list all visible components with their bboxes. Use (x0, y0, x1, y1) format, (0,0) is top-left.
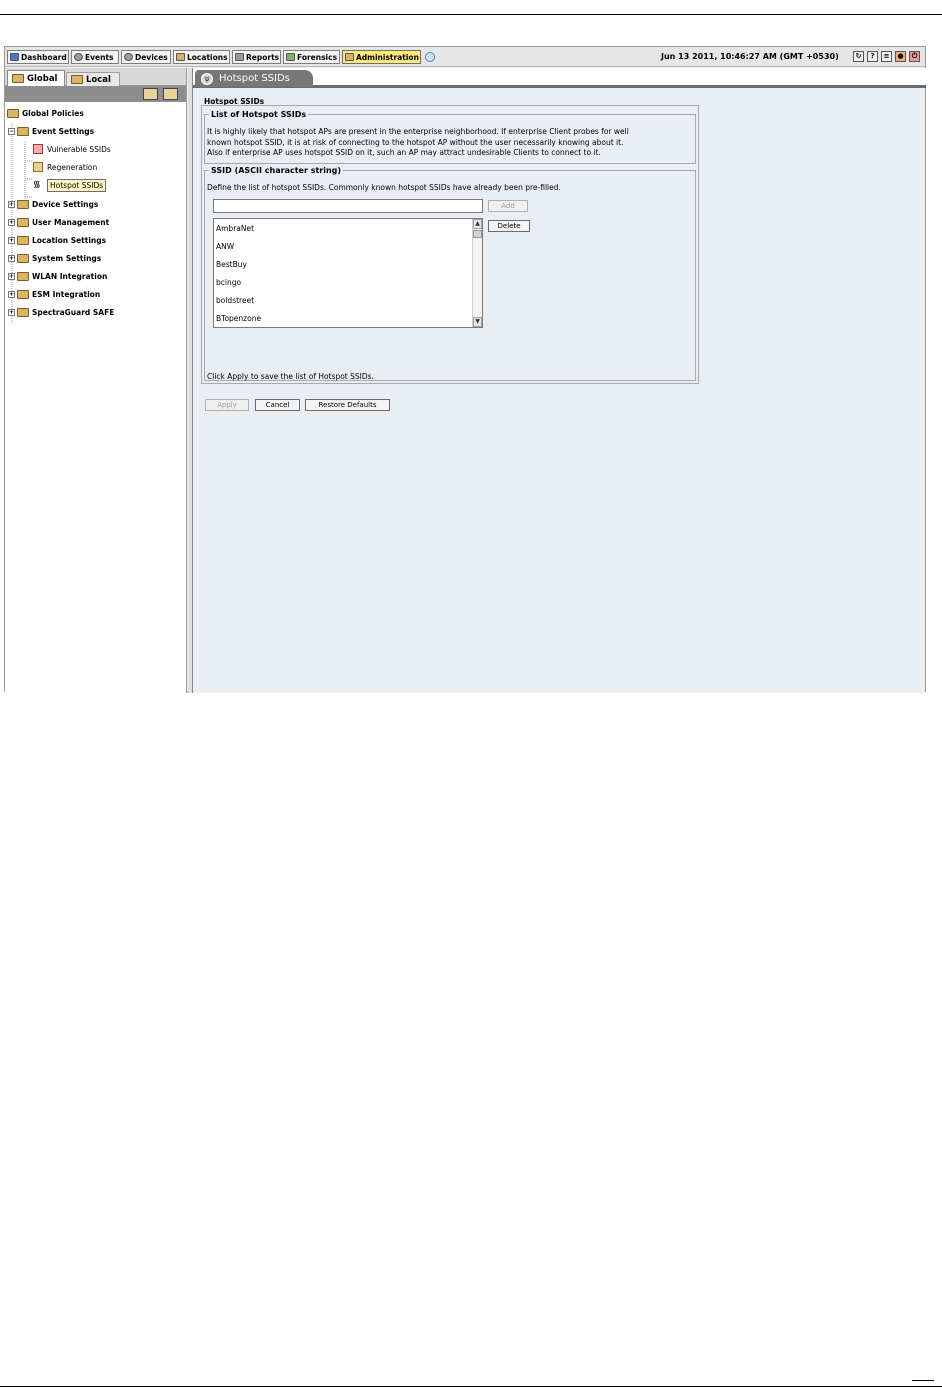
tab-local[interactable]: Local (66, 72, 120, 86)
tab-hotspot-ssids[interactable]: ψ Hotspot SSIDs (195, 70, 313, 87)
antenna-icon: ᯾ (33, 180, 41, 190)
tab-administration[interactable]: Administration (342, 50, 421, 64)
expand-icon[interactable]: + (8, 236, 15, 244)
network-icon[interactable] (425, 52, 435, 62)
folder-icon (17, 126, 29, 136)
list-item[interactable]: BestBuy (216, 260, 247, 269)
reports-icon (235, 53, 244, 61)
folder-icon (71, 75, 83, 84)
help-icon[interactable]: ? (867, 51, 878, 62)
add-button[interactable]: Add (488, 200, 528, 212)
page-top-rule (0, 14, 942, 15)
collapse-all-icon[interactable] (163, 88, 178, 100)
cancel-button[interactable]: Cancel (255, 399, 300, 411)
folder-icon (17, 217, 29, 227)
tree-toolbar (5, 86, 186, 102)
tree-node-wlan-integration[interactable]: + WLAN Integration (8, 269, 107, 283)
folder-icon (17, 235, 29, 245)
folder-icon (7, 108, 19, 118)
main-toolbar: Dashboard Events Devices Locations Repor… (5, 47, 925, 67)
tree-node-event-settings[interactable]: − Event Settings (8, 124, 94, 138)
scroll-down-icon[interactable]: ▼ (473, 317, 482, 327)
expand-icon[interactable]: + (8, 272, 15, 280)
left-navigation-panel: Global Local Global Policies −Event Set (5, 68, 187, 693)
delete-button[interactable]: Delete (488, 220, 530, 232)
expand-icon[interactable]: + (8, 218, 15, 226)
ssid-footer-note: Click Apply to save the list of Hotspot … (207, 372, 374, 381)
tab-global[interactable]: Global (7, 70, 65, 86)
ssid-input[interactable] (213, 199, 483, 213)
content-tabbar: ψ Hotspot SSIDs (193, 68, 926, 88)
folder-icon (17, 253, 29, 263)
locations-icon (176, 53, 185, 61)
ssid-group: SSID (ASCII character string) Define the… (204, 166, 696, 381)
scope-tabs: Global Local (5, 68, 186, 86)
list-item[interactable]: AmbraNet (216, 224, 254, 233)
list-of-hotspot-ssids-group: List of Hotspot SSIDs It is highly likel… (204, 110, 696, 164)
tab-reports[interactable]: Reports (232, 50, 281, 64)
tree-leaf-hotspot-ssids[interactable]: ᯾ Hotspot SSIDs (33, 178, 107, 192)
content-panel: ψ Hotspot SSIDs Hotspot SSIDs List of Hot… (192, 68, 926, 693)
layout-icon[interactable]: ≡ (881, 51, 892, 62)
page-bottom-rule (0, 1386, 942, 1387)
scroll-thumb[interactable] (473, 230, 482, 238)
refresh-icon[interactable]: ↻ (853, 51, 864, 62)
restore-defaults-button[interactable]: Restore Defaults (305, 399, 390, 411)
folder-icon (12, 74, 24, 83)
hotspot-ssids-section: List of Hotspot SSIDs It is highly likel… (201, 105, 699, 384)
administration-icon (345, 53, 354, 61)
server-datetime: Jun 13 2011, 10:46:27 AM (GMT +0530) (661, 52, 839, 61)
page-number-mark (912, 1380, 934, 1381)
folder-icon (17, 199, 29, 209)
vulnerable-ssid-icon (33, 144, 43, 154)
tab-events[interactable]: Events (71, 50, 119, 64)
tree-leaf-regeneration[interactable]: Regeneration (33, 160, 97, 174)
list-item[interactable]: bcingo (216, 278, 241, 287)
collapse-icon[interactable]: − (8, 127, 15, 135)
scroll-up-icon[interactable]: ▲ (473, 219, 482, 229)
events-icon (74, 53, 83, 61)
tree-leaf-vulnerable-ssids[interactable]: Vulnerable SSIDs (33, 142, 111, 156)
tree-node-spectraguard-safe[interactable]: + SpectraGuard SAFE (8, 305, 114, 319)
settings-icon[interactable]: ● (895, 51, 906, 62)
expand-icon[interactable]: + (8, 308, 15, 316)
folder-icon (17, 271, 29, 281)
expand-icon[interactable]: + (8, 200, 15, 208)
listbox-scrollbar[interactable]: ▲ ▼ (472, 219, 482, 327)
tab-locations[interactable]: Locations (173, 50, 230, 64)
apply-button[interactable]: Apply (205, 399, 249, 411)
tree-node-device-settings[interactable]: + Device Settings (8, 197, 98, 211)
expand-icon[interactable]: + (8, 254, 15, 262)
forensics-icon (286, 53, 295, 61)
folder-icon (17, 307, 29, 317)
list-item[interactable]: ANW (216, 242, 234, 251)
tab-forensics[interactable]: Forensics (283, 50, 340, 64)
tree-node-system-settings[interactable]: + System Settings (8, 251, 101, 265)
regeneration-icon (33, 162, 43, 172)
list-item[interactable]: BTopenzone (216, 314, 261, 323)
expand-all-icon[interactable] (143, 88, 158, 100)
logout-icon[interactable]: ⏻ (909, 51, 920, 62)
tree-node-global-policies[interactable]: Global Policies (7, 106, 84, 120)
ssid-instructions: Define the list of hotspot SSIDs. Common… (207, 183, 561, 192)
devices-icon (124, 53, 133, 61)
tree-node-user-management[interactable]: + User Management (8, 215, 109, 229)
tab-devices[interactable]: Devices (121, 50, 171, 64)
folder-icon (17, 289, 29, 299)
list-group-legend: List of Hotspot SSIDs (211, 110, 307, 119)
tree-node-location-settings[interactable]: + Location Settings (8, 233, 106, 247)
expand-icon[interactable]: + (8, 290, 15, 298)
list-group-description: It is highly likely that hotspot APs are… (207, 127, 629, 157)
tree-node-esm-integration[interactable]: + ESM Integration (8, 287, 100, 301)
tab-dashboard[interactable]: Dashboard (7, 50, 69, 64)
list-item[interactable]: boldstreet (216, 296, 254, 305)
ssid-listbox[interactable]: AmbraNet ANW BestBuy bcingo boldstreet B… (213, 218, 483, 328)
application-window: Dashboard Events Devices Locations Repor… (4, 46, 926, 693)
ssid-group-legend: SSID (ASCII character string) (211, 166, 342, 175)
antenna-icon: ψ (201, 72, 213, 85)
dashboard-icon (10, 53, 19, 61)
